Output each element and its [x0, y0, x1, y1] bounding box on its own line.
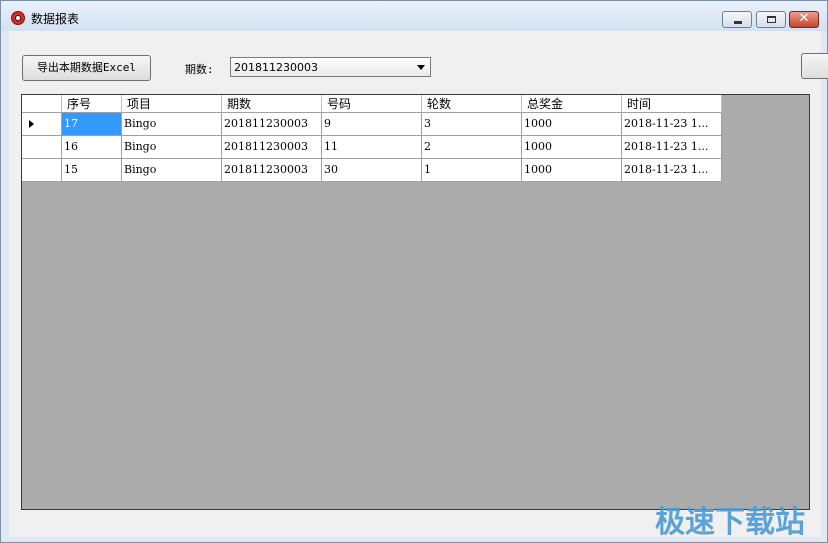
- watermark-text: 极速下载站: [655, 505, 805, 540]
- table-cell[interactable]: 201811230003: [222, 136, 322, 159]
- data-grid[interactable]: 序号 项目 期数 号码 轮数 总奖金 时间 17 Bingo 201811230…: [21, 94, 810, 510]
- table-cell[interactable]: 30: [322, 159, 422, 182]
- table-cell[interactable]: Bingo: [122, 113, 222, 136]
- maximize-button[interactable]: [756, 11, 786, 28]
- chevron-down-icon[interactable]: [417, 65, 425, 70]
- table-cell[interactable]: 201811230003: [222, 113, 322, 136]
- current-row-icon: [29, 120, 34, 128]
- column-header[interactable]: 轮数: [422, 95, 522, 113]
- period-label: 期数:: [185, 63, 214, 76]
- app-window: 数据报表 ✕ 导出本期数据Excel 期数: 201811230003 序号 项…: [0, 0, 828, 543]
- title-bar[interactable]: 数据报表 ✕: [1, 1, 827, 31]
- table-cell[interactable]: 1: [422, 159, 522, 182]
- minimize-button[interactable]: [722, 11, 752, 28]
- period-select[interactable]: 201811230003: [230, 57, 431, 77]
- table-cell[interactable]: 9: [322, 113, 422, 136]
- table-cell[interactable]: 2018-11-23 1...: [622, 136, 722, 159]
- row-header[interactable]: [22, 113, 62, 136]
- table-cell[interactable]: 15: [62, 159, 122, 182]
- column-header[interactable]: 号码: [322, 95, 422, 113]
- table-cell[interactable]: Bingo: [122, 159, 222, 182]
- column-header[interactable]: 序号: [62, 95, 122, 113]
- table-cell[interactable]: 2: [422, 136, 522, 159]
- period-select-value: 201811230003: [234, 61, 318, 74]
- table-cell[interactable]: 17: [62, 113, 122, 136]
- table-cell[interactable]: 3: [422, 113, 522, 136]
- column-header[interactable]: 项目: [122, 95, 222, 113]
- column-header[interactable]: 时间: [622, 95, 722, 113]
- close-button[interactable]: ✕: [789, 11, 819, 28]
- table-cell[interactable]: 1000: [522, 113, 622, 136]
- grid-corner-cell[interactable]: [22, 95, 62, 113]
- right-button[interactable]: [801, 53, 828, 79]
- table-cell[interactable]: 16: [62, 136, 122, 159]
- table-cell[interactable]: 2018-11-23 1...: [622, 113, 722, 136]
- export-excel-button[interactable]: 导出本期数据Excel: [22, 55, 151, 81]
- window-title: 数据报表: [31, 12, 80, 26]
- row-header[interactable]: [22, 136, 62, 159]
- app-icon: [11, 11, 25, 25]
- client-area: 导出本期数据Excel 期数: 201811230003 序号 项目 期数 号码…: [9, 31, 828, 537]
- table-cell[interactable]: 11: [322, 136, 422, 159]
- row-header[interactable]: [22, 159, 62, 182]
- table-cell[interactable]: 2018-11-23 1...: [622, 159, 722, 182]
- column-header[interactable]: 期数: [222, 95, 322, 113]
- table-cell[interactable]: Bingo: [122, 136, 222, 159]
- table-cell[interactable]: 201811230003: [222, 159, 322, 182]
- table-cell[interactable]: 1000: [522, 136, 622, 159]
- table-cell[interactable]: 1000: [522, 159, 622, 182]
- column-header[interactable]: 总奖金: [522, 95, 622, 113]
- close-icon: ✕: [798, 11, 810, 26]
